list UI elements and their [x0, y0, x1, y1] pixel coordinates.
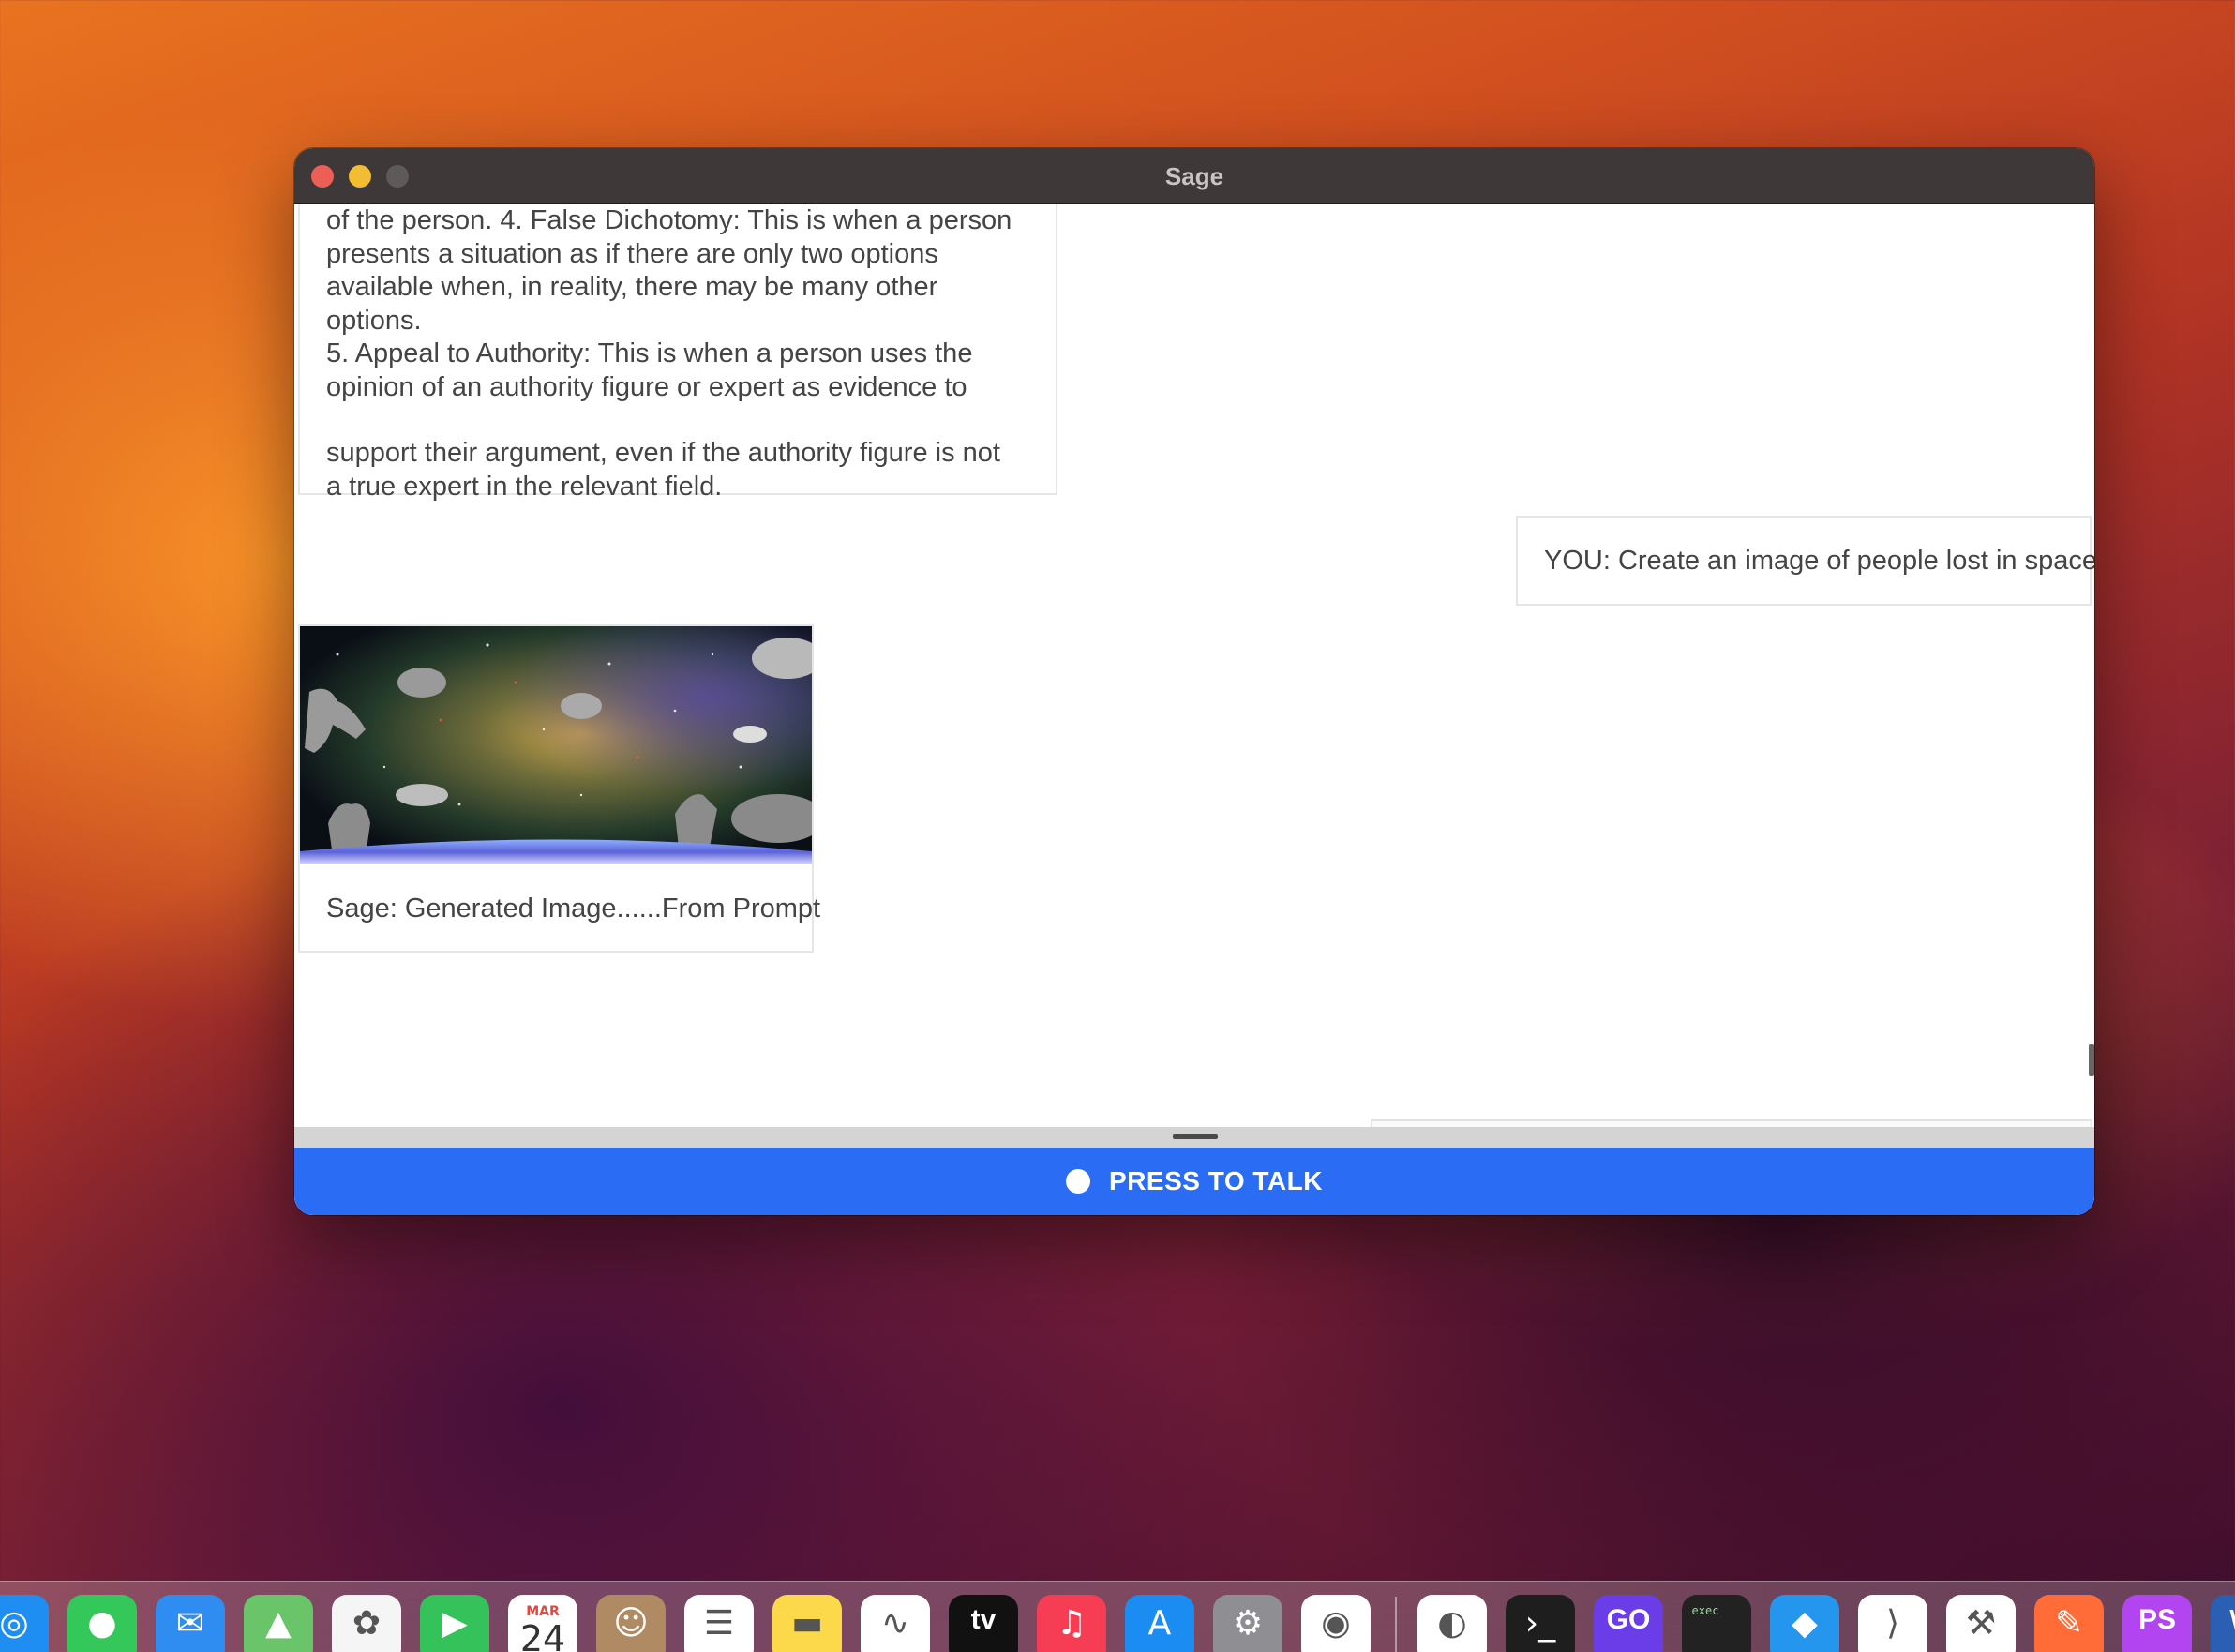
reminders-icon[interactable]: ☰: [684, 1595, 754, 1652]
terminal-icon[interactable]: ›_: [1506, 1595, 1575, 1652]
notes-icon[interactable]: ▬: [772, 1595, 842, 1652]
edge-icon[interactable]: ◐: [1418, 1595, 1487, 1652]
calendar-icon[interactable]: MAR 24: [508, 1595, 578, 1652]
docker-icon[interactable]: ◆: [1770, 1595, 1839, 1652]
generated-image-message: Sage: Generated Image......From Prompt: [298, 624, 820, 953]
xcode-instruments-icon[interactable]: ⚒: [1946, 1595, 2016, 1652]
exec-label: exec: [1691, 1604, 1719, 1617]
music-icon[interactable]: ♫: [1037, 1595, 1106, 1652]
goland-label: GO: [1606, 1604, 1651, 1635]
dock: ◎ ● ✉ ▲ ✿ ▶ MAR24 ☺ ☰ ▬ ∿ tv ♫ A ⚙ ◉ ◐ ›_ GO exec ◆ ⟩ ⚒ ✎ PS W: [0, 1581, 2235, 1652]
user-message: YOU: Create an image of people lost in s…: [1516, 516, 2094, 606]
bot-message-line: 5. Appeal to Authority: This is when a p…: [326, 338, 973, 368]
photos-icon[interactable]: ✿: [332, 1595, 401, 1652]
system-settings-icon[interactable]: ⚙: [1213, 1595, 1282, 1652]
mail-icon[interactable]: ✉: [156, 1595, 225, 1652]
bot-message-line: presents a situation as if there are onl…: [326, 238, 938, 269]
phpstorm-label: PS: [2138, 1604, 2177, 1635]
goland-icon[interactable]: GO: [1594, 1595, 1663, 1652]
app-window: Sage of the person. 4. False Dichotomy: …: [294, 148, 2094, 1215]
bot-message-line: a true expert in the relevant field.: [326, 471, 723, 502]
freeform-icon[interactable]: ∿: [861, 1595, 930, 1652]
bot-message-line: opinion of an authority figure or expert…: [326, 371, 968, 402]
maps-icon[interactable]: ▲: [244, 1595, 313, 1652]
image-caption: Sage: Generated Image......From Prompt: [326, 894, 821, 924]
title-bar[interactable]: Sage: [294, 148, 2094, 204]
exec-icon[interactable]: exec: [1682, 1595, 1751, 1652]
app-store-icon[interactable]: A: [1125, 1595, 1194, 1652]
postman-icon[interactable]: ✎: [2034, 1595, 2104, 1652]
bot-message-line: support their argument, even if the auth…: [326, 438, 1000, 468]
bot-message-line: of the person. 4. False Dichotomy: This …: [326, 205, 1012, 235]
calendar-day: 24: [519, 1618, 566, 1652]
press-to-talk-label: PRESS TO TALK: [1109, 1166, 1323, 1195]
press-to-talk-button[interactable]: PRESS TO TALK: [294, 1148, 2094, 1215]
chat-scrollbar[interactable]: [2089, 1044, 2094, 1076]
contacts-icon[interactable]: ☺: [596, 1595, 666, 1652]
apple-tv-icon[interactable]: tv: [949, 1595, 1018, 1652]
phpstorm-icon[interactable]: PS: [2122, 1595, 2192, 1652]
chat-history[interactable]: of the person. 4. False Dichotomy: This …: [294, 204, 2094, 1127]
window-title: Sage: [1164, 162, 1224, 190]
safari-icon[interactable]: ◎: [0, 1595, 49, 1652]
bot-message: of the person. 4. False Dichotomy: This …: [298, 204, 1058, 502]
apple-tv-label: tv: [970, 1604, 997, 1635]
generated-space-image[interactable]: [300, 626, 812, 864]
chrome-icon[interactable]: ◉: [1301, 1595, 1371, 1652]
messages-icon[interactable]: ●: [68, 1595, 137, 1652]
record-icon: [1066, 1169, 1091, 1194]
facetime-icon[interactable]: ▶: [420, 1595, 489, 1652]
vscode-icon[interactable]: ⟩: [1858, 1595, 1928, 1652]
message-bubble-partial: [1371, 1119, 2092, 1127]
horizontal-split-handle[interactable]: [294, 1127, 2094, 1148]
word-icon[interactable]: W: [2211, 1595, 2235, 1652]
bot-message-line: available when, in reality, there may be…: [326, 272, 938, 336]
calendar-month: MAR: [526, 1604, 560, 1619]
dock-separator: [1395, 1597, 1397, 1652]
